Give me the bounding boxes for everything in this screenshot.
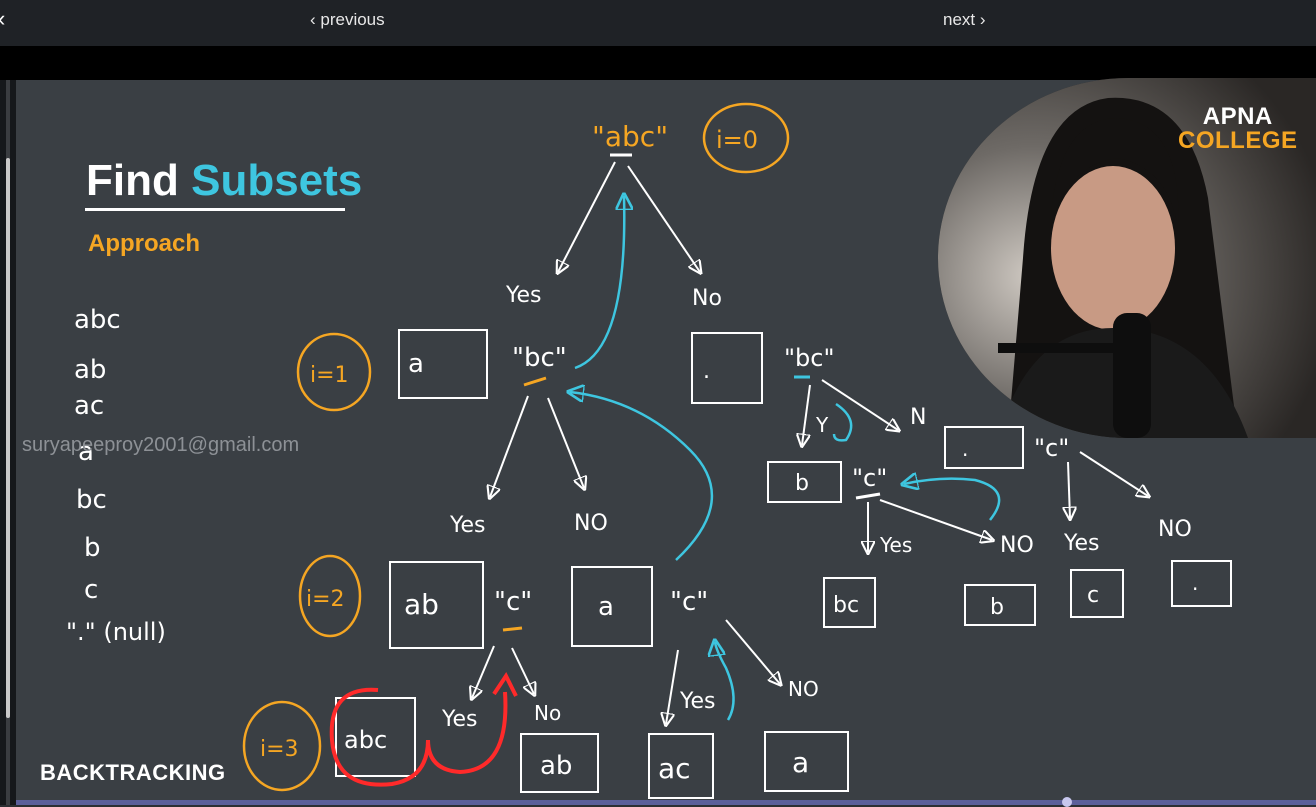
box-label: abc — [344, 726, 387, 754]
node-string: "c" — [1034, 434, 1069, 462]
branch-label: N — [910, 405, 926, 430]
subset-item: "." (null) — [66, 618, 166, 646]
node-string: "bc" — [784, 344, 835, 372]
branch-label: NO — [1000, 533, 1034, 558]
branch-label: Yes — [679, 689, 716, 714]
box-label: ab — [540, 751, 572, 781]
index-label: i=1 — [310, 363, 349, 388]
branch-label: Yes — [441, 707, 478, 732]
subset-list: abc ab ac a bc b c "." (null) — [66, 305, 166, 646]
box-label: ac — [658, 752, 691, 785]
box-label: c — [1087, 583, 1099, 608]
box-label: . — [1192, 571, 1198, 595]
recursion-tree-drawing: abc ab ac a bc b c "." (null) "abc" i=0 … — [66, 102, 1232, 799]
box-label: b — [795, 471, 809, 496]
branch-label: Yes — [879, 533, 912, 557]
subset-item: bc — [76, 485, 107, 515]
box-label: . — [962, 437, 968, 461]
subset-item: abc — [74, 305, 121, 335]
index-label: i=3 — [260, 737, 299, 762]
box-label: . — [703, 359, 710, 384]
progress-handle[interactable] — [1062, 797, 1072, 807]
branch-label: Yes — [505, 283, 542, 308]
box-label: b — [990, 595, 1004, 620]
index-label: i=2 — [306, 587, 345, 612]
box-label: ab — [404, 588, 439, 621]
branch-label: NO — [788, 677, 819, 701]
topic-label: BACKTRACKING — [40, 760, 226, 785]
node-string: "c" — [670, 587, 708, 617]
subset-box — [944, 426, 1024, 469]
box-label: a — [408, 349, 424, 379]
subset-item: ab — [74, 355, 106, 385]
branch-label: No — [692, 286, 722, 311]
video-progress-bar[interactable] — [16, 800, 1316, 805]
root-string: "abc" — [592, 120, 668, 153]
subset-item: b — [84, 533, 101, 563]
subset-box — [1171, 560, 1232, 607]
branch-label: No — [534, 701, 561, 725]
box-label: bc — [833, 593, 859, 618]
node-string: "c" — [852, 464, 887, 492]
box-label: a — [598, 592, 614, 622]
branch-label: Yes — [1063, 531, 1100, 556]
branch-label: NO — [574, 511, 608, 536]
subset-item: ac — [74, 391, 104, 421]
node-string: "c" — [494, 587, 532, 617]
box-label: a — [792, 746, 809, 779]
email-watermark: suryapeeproy2001@gmail.com — [22, 434, 300, 456]
branch-label: Yes — [449, 513, 486, 538]
branch-label: Y — [815, 413, 829, 437]
node-string: "bc" — [512, 343, 567, 373]
index-label: i=0 — [716, 126, 758, 154]
branch-label: NO — [1158, 517, 1192, 542]
subset-item: c — [84, 575, 98, 605]
